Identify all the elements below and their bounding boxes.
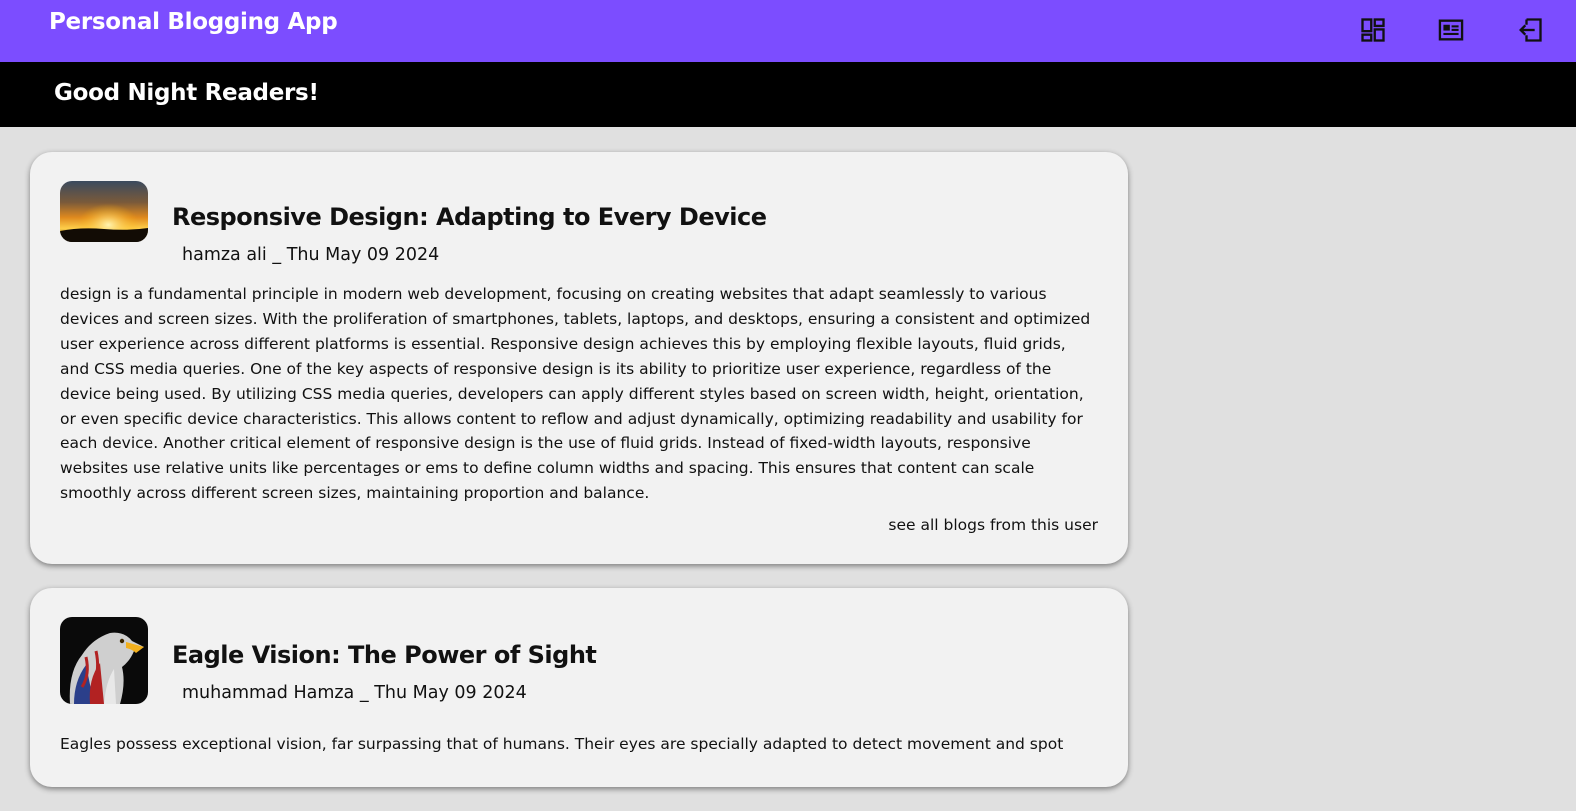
- post-body: Eagles possess exceptional vision, far s…: [60, 735, 1064, 754]
- blog-card-header: Responsive Design: Adapting to Every Dev…: [60, 181, 1098, 282]
- blog-feed: Responsive Design: Adapting to Every Dev…: [30, 152, 1128, 811]
- post-date: Thu May 09 2024: [286, 245, 440, 265]
- byline-separator: _: [359, 683, 369, 704]
- post-date: Thu May 09 2024: [374, 683, 527, 704]
- post-thumbnail: [60, 181, 148, 242]
- app-title: Personal Blogging App: [49, 9, 338, 35]
- post-thumbnail: [60, 617, 148, 705]
- articles-button[interactable]: [1435, 14, 1467, 46]
- post-byline: hamza ali _ Thu May 09 2024: [182, 245, 439, 265]
- byline-separator: _: [272, 245, 282, 265]
- post-author[interactable]: hamza ali: [182, 245, 267, 265]
- eagle-flag-image: [60, 617, 148, 705]
- post-byline: muhammad Hamza _ Thu May 09 2024: [182, 683, 527, 703]
- logout-button[interactable]: [1514, 14, 1546, 46]
- dashboard-button[interactable]: [1357, 14, 1389, 46]
- blog-card: Responsive Design: Adapting to Every Dev…: [30, 152, 1128, 565]
- post-title[interactable]: Responsive Design: Adapting to Every Dev…: [172, 203, 767, 231]
- post-body: design is a fundamental principle in mod…: [60, 285, 1091, 503]
- blog-card: Eagle Vision: The Power of Sight muhamma…: [30, 588, 1128, 788]
- article-icon: [1438, 19, 1464, 41]
- top-app-bar: Personal Blogging App: [0, 0, 1576, 62]
- blog-card-header: Eagle Vision: The Power of Sight muhamma…: [60, 617, 1098, 718]
- greeting-bar: Good Night Readers!: [0, 62, 1576, 127]
- logout-icon: [1519, 18, 1542, 42]
- post-title[interactable]: Eagle Vision: The Power of Sight: [172, 641, 597, 669]
- sunset-landscape-image: [60, 181, 148, 242]
- dashboard-icon: [1361, 18, 1385, 42]
- greeting-text: Good Night Readers!: [54, 80, 319, 106]
- post-author[interactable]: muhammad Hamza: [182, 683, 354, 703]
- see-all-blogs-link[interactable]: see all blogs from this user: [60, 516, 1098, 534]
